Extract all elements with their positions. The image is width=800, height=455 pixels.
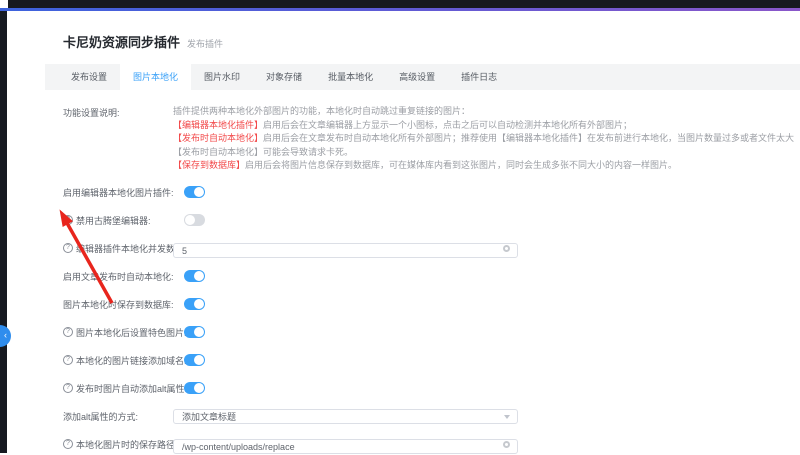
gear-icon[interactable]	[503, 441, 510, 448]
row-set-featured-image: ? 图片本地化后设置特色图片:	[63, 325, 800, 340]
tab-bar: 发布设置 图片本地化 图片水印 对象存储 批量本地化 高级设置 插件日志	[45, 64, 800, 90]
field-label: 启用文章发布时自动本地化:	[63, 270, 173, 283]
field-label: 添加alt属性的方式:	[63, 410, 173, 423]
field-label: 启用编辑器本地化图片插件:	[63, 186, 173, 199]
field-label: 图片本地化时保存到数据库:	[63, 298, 173, 311]
feature-description-row: 功能设置说明: 插件提供两种本地化外部图片的功能，本地化时自动跳过重复链接的图片…	[63, 105, 800, 173]
help-icon[interactable]: ?	[63, 383, 73, 393]
row-save-path: ? 本地化图片时的保存路径:	[63, 437, 800, 452]
description-line: 插件提供两种本地化外部图片的功能，本地化时自动跳过重复链接的图片：	[173, 105, 794, 119]
publish-plugin-link[interactable]: 发布插件	[187, 39, 223, 49]
toggle-knob	[194, 299, 204, 309]
auto-localize-on-publish-toggle[interactable]	[184, 270, 205, 282]
field-label: 编辑器插件本地化并发数:	[76, 242, 178, 255]
save-path-field-wrap	[173, 437, 518, 452]
concurrency-field-wrap	[173, 241, 518, 256]
description-line: 【保存到数据库】启用后会将图片信息保存到数据库，可在媒体库内看到这张图片，同时会…	[173, 159, 794, 173]
tab-image-watermark[interactable]: 图片水印	[191, 64, 253, 90]
feature-description-label: 功能设置说明:	[63, 105, 173, 173]
tab-publish-settings[interactable]: 发布设置	[58, 64, 120, 90]
alt-method-select[interactable]: 添加文章标题	[173, 409, 518, 424]
help-icon[interactable]: ?	[63, 355, 73, 365]
help-icon[interactable]: ?	[63, 439, 73, 449]
collapsed-sidebar	[0, 11, 7, 453]
collapse-chevron-icon: ‹	[4, 330, 7, 340]
auto-alt-toggle[interactable]	[184, 382, 205, 394]
row-add-domain: ? 本地化的图片链接添加域名:	[63, 353, 800, 368]
tab-advanced-settings[interactable]: 高级设置	[386, 64, 448, 90]
feature-description-text: 插件提供两种本地化外部图片的功能，本地化时自动跳过重复链接的图片： 【编辑器本地…	[173, 105, 794, 173]
toggle-knob	[194, 187, 204, 197]
save-to-database-toggle[interactable]	[184, 298, 205, 310]
row-save-to-database: 图片本地化时保存到数据库:	[63, 297, 800, 312]
toggle-knob	[194, 271, 204, 281]
page-header: 卡尼奶资源同步插件发布插件	[7, 11, 800, 64]
field-label: 本地化的图片链接添加域名:	[76, 354, 187, 367]
toggle-knob	[194, 327, 204, 337]
save-path-input[interactable]	[173, 439, 518, 454]
concurrency-input[interactable]	[173, 243, 518, 258]
tab-content: 功能设置说明: 插件提供两种本地化外部图片的功能，本地化时自动跳过重复链接的图片…	[45, 90, 800, 452]
tab-plugin-log[interactable]: 插件日志	[448, 64, 510, 90]
row-alt-method: 添加alt属性的方式: 添加文章标题	[63, 409, 800, 424]
gear-icon[interactable]	[503, 245, 510, 252]
help-icon[interactable]: ?	[63, 327, 73, 337]
row-disable-gutenberg: ? 禁用古腾堡编辑器:	[63, 213, 800, 228]
page-title: 卡尼奶资源同步插件	[63, 35, 180, 50]
selected-option: 添加文章标题	[182, 410, 236, 423]
toggle-knob	[185, 215, 195, 225]
help-icon[interactable]: ?	[63, 215, 73, 225]
set-featured-image-toggle[interactable]	[184, 326, 205, 338]
toggle-knob	[194, 355, 204, 365]
top-bar-notch	[0, 0, 8, 8]
alt-method-field-wrap: 添加文章标题	[173, 409, 518, 424]
row-auto-alt: ? 发布时图片自动添加alt属性:	[63, 381, 800, 396]
browser-top-bar	[0, 0, 800, 8]
field-label: 本地化图片时的保存路径:	[76, 438, 178, 451]
settings-card: 发布设置 图片本地化 图片水印 对象存储 批量本地化 高级设置 插件日志 功能设…	[45, 64, 800, 452]
help-icon[interactable]: ?	[63, 243, 73, 253]
add-domain-toggle[interactable]	[184, 354, 205, 366]
description-line: 【发布时自动本地化】启用后会在文章发布时自动本地化所有外部图片；推荐使用【编辑器…	[173, 132, 794, 146]
tab-image-localization[interactable]: 图片本地化	[120, 64, 191, 90]
enable-editor-plugin-toggle[interactable]	[184, 186, 205, 198]
disable-gutenberg-toggle[interactable]	[184, 214, 205, 226]
row-auto-localize-on-publish: 启用文章发布时自动本地化:	[63, 269, 800, 284]
chevron-down-icon	[504, 415, 510, 419]
settings-page: 卡尼奶资源同步插件发布插件 发布设置 图片本地化 图片水印 对象存储 批量本地化…	[7, 11, 800, 452]
field-label: 发布时图片自动添加alt属性:	[76, 382, 187, 395]
tab-object-storage[interactable]: 对象存储	[253, 64, 315, 90]
row-enable-editor-plugin: 启用编辑器本地化图片插件:	[63, 185, 800, 200]
field-label: 图片本地化后设置特色图片:	[76, 326, 187, 339]
description-line: 【编辑器本地化插件】启用后会在文章编辑器上方显示一个小图标，点击之后可以自动检测…	[173, 119, 794, 133]
toggle-knob	[194, 383, 204, 393]
row-concurrency: ? 编辑器插件本地化并发数:	[63, 241, 800, 256]
description-line: 【发布时自动本地化】可能会导致请求卡死。	[173, 146, 794, 160]
tab-batch-localization[interactable]: 批量本地化	[315, 64, 386, 90]
field-label: 禁用古腾堡编辑器:	[76, 214, 151, 227]
